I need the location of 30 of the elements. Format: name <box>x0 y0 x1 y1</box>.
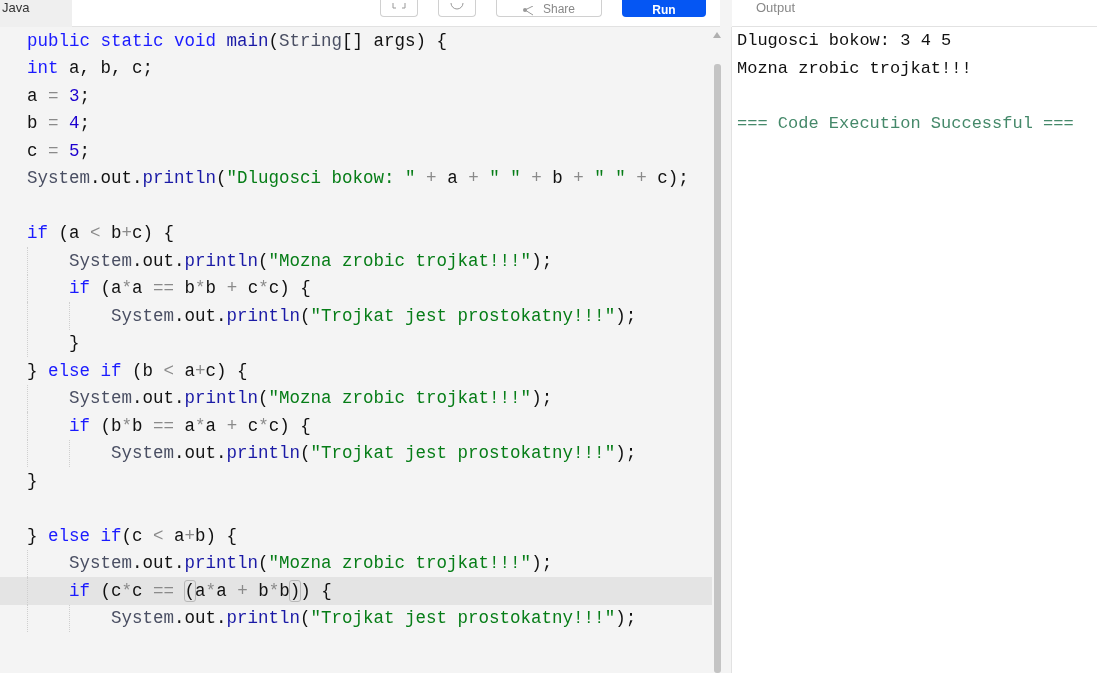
fullscreen-icon[interactable] <box>380 0 418 17</box>
output-line: Dlugosci bokow: 3 4 5 <box>737 30 953 52</box>
code-line: } else if (b < a+c) { <box>27 359 248 383</box>
share-button[interactable]: Share <box>496 0 602 17</box>
code-line: System.out.println("Trojkat jest prostokatny!!!"); <box>110 304 637 328</box>
code-line: a = 3; <box>27 84 91 108</box>
code-line: } else if(c < a+b) { <box>27 524 238 548</box>
code-line: c = 5; <box>27 139 91 163</box>
code-line: if (a*a == b*b + c*c) { <box>68 277 311 301</box>
theme-icon[interactable] <box>438 0 476 17</box>
output-line: Mozna zrobic trojkat!!! <box>737 57 973 80</box>
code-line: System.out.println("Trojkat jest prostokatny!!!"); <box>110 442 637 466</box>
output-title: Output <box>756 0 796 15</box>
code-line: System.out.println("Mozna zrobic trojkat!!!"); <box>68 552 553 576</box>
success-message: === Code Execution Successful === <box>737 112 1075 135</box>
code-line: } <box>68 332 80 356</box>
code-line: System.out.println("Dlugosci bokow: " + a + " " + b + " " + c); <box>27 167 689 191</box>
code-line: b = 4; <box>27 112 91 136</box>
scrollbar-thumb[interactable] <box>713 64 721 673</box>
code-line: System.out.println("Mozna zrobic trojkat!!!"); <box>68 387 553 411</box>
code-line: System.out.println("Trojkat jest prostokatny!!!"); <box>110 607 637 631</box>
code-line: } <box>27 469 38 493</box>
code-line: int a, b, c; <box>27 57 154 81</box>
code-line: if (b*b == a*a + c*c) { <box>68 414 311 438</box>
code-line: System.out.println("Mozna zrobic trojkat!!!"); <box>68 249 553 273</box>
code-line: if (a < b+c) { <box>27 222 175 246</box>
run-button[interactable]: Run <box>622 0 706 17</box>
scroll-up-icon[interactable] <box>713 32 721 38</box>
code-line: if (c*c == (a*a + b*b)) { <box>68 579 332 603</box>
code-line: public static void main(String[] args) { <box>27 29 448 53</box>
